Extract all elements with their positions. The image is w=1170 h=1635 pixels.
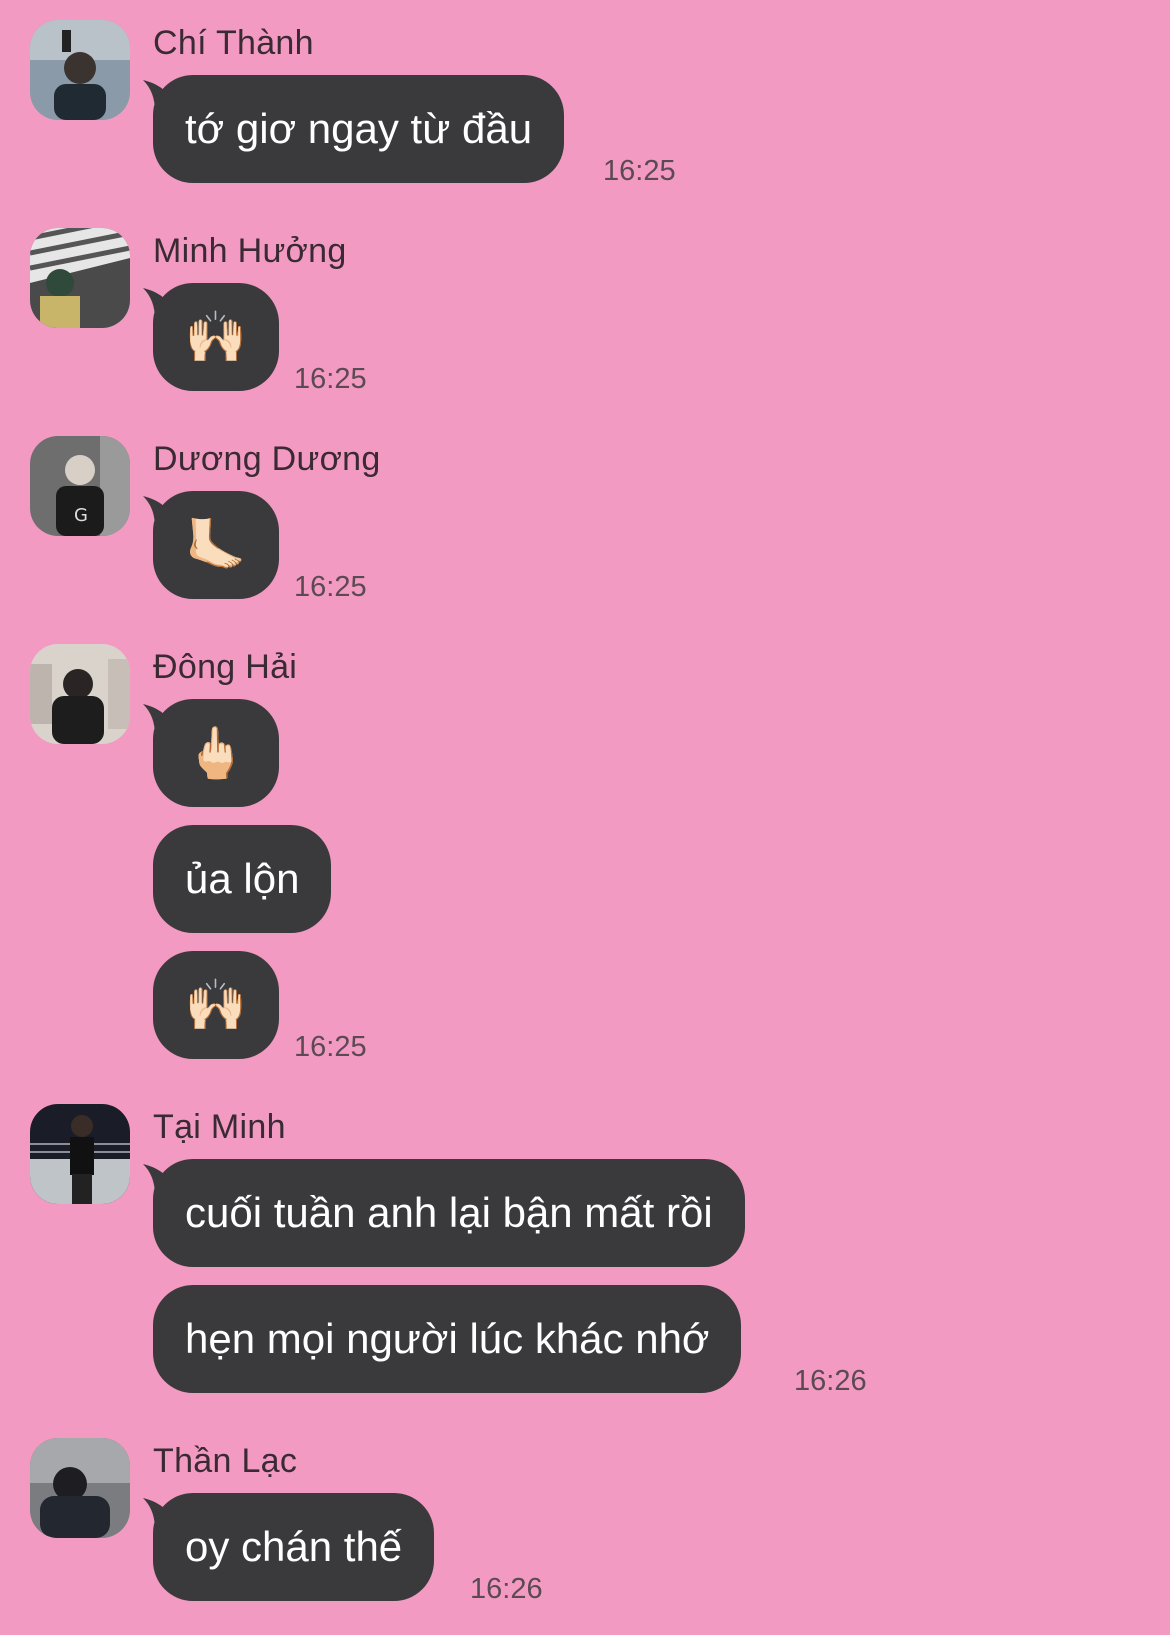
message-bubble-emoji[interactable]: 🦶🏻	[153, 491, 279, 599]
sender-name: Thần Lạc	[153, 1442, 298, 1480]
message-time: 16:26	[470, 1573, 543, 1605]
avatar[interactable]	[30, 644, 130, 744]
avatar[interactable]	[30, 20, 130, 120]
message-time: 16:25	[294, 571, 367, 603]
message-bubble[interactable]: cuối tuần anh lại bận mất rồi	[153, 1159, 745, 1267]
message-bubble-emoji[interactable]: 🙌🏻	[153, 951, 279, 1059]
message-bubble[interactable]: tớ giơ ngay từ đầu	[153, 75, 565, 183]
sender-name: Dương Dương	[153, 440, 381, 478]
chat-thread: Chí Thành tớ giơ ngay từ đầu 16:25 Minh …	[0, 0, 1170, 1635]
message-bubble-emoji[interactable]: 🙌🏻	[153, 283, 279, 391]
sender-name: Tại Minh	[153, 1108, 286, 1146]
message-bubble[interactable]: hẹn mọi người lúc khác nhớ	[153, 1285, 742, 1393]
message-bubble-emoji[interactable]: 🖕🏻	[153, 699, 279, 807]
avatar[interactable]	[30, 1104, 130, 1204]
sender-name: Minh Hưởng	[153, 232, 347, 270]
sender-name: Chí Thành	[153, 24, 314, 62]
avatar[interactable]	[30, 1438, 130, 1538]
avatar[interactable]: G	[30, 436, 130, 536]
message-time: 16:25	[294, 363, 367, 395]
sender-name: Đông Hải	[153, 648, 298, 686]
message-bubble[interactable]: ủa lộn	[153, 825, 332, 933]
avatar[interactable]	[30, 228, 130, 328]
message-time: 16:25	[603, 155, 676, 187]
message-bubble[interactable]: oy chán thế	[153, 1493, 435, 1601]
svg-text:G: G	[74, 505, 88, 526]
message-time: 16:26	[794, 1365, 867, 1397]
message-time: 16:25	[294, 1031, 367, 1063]
